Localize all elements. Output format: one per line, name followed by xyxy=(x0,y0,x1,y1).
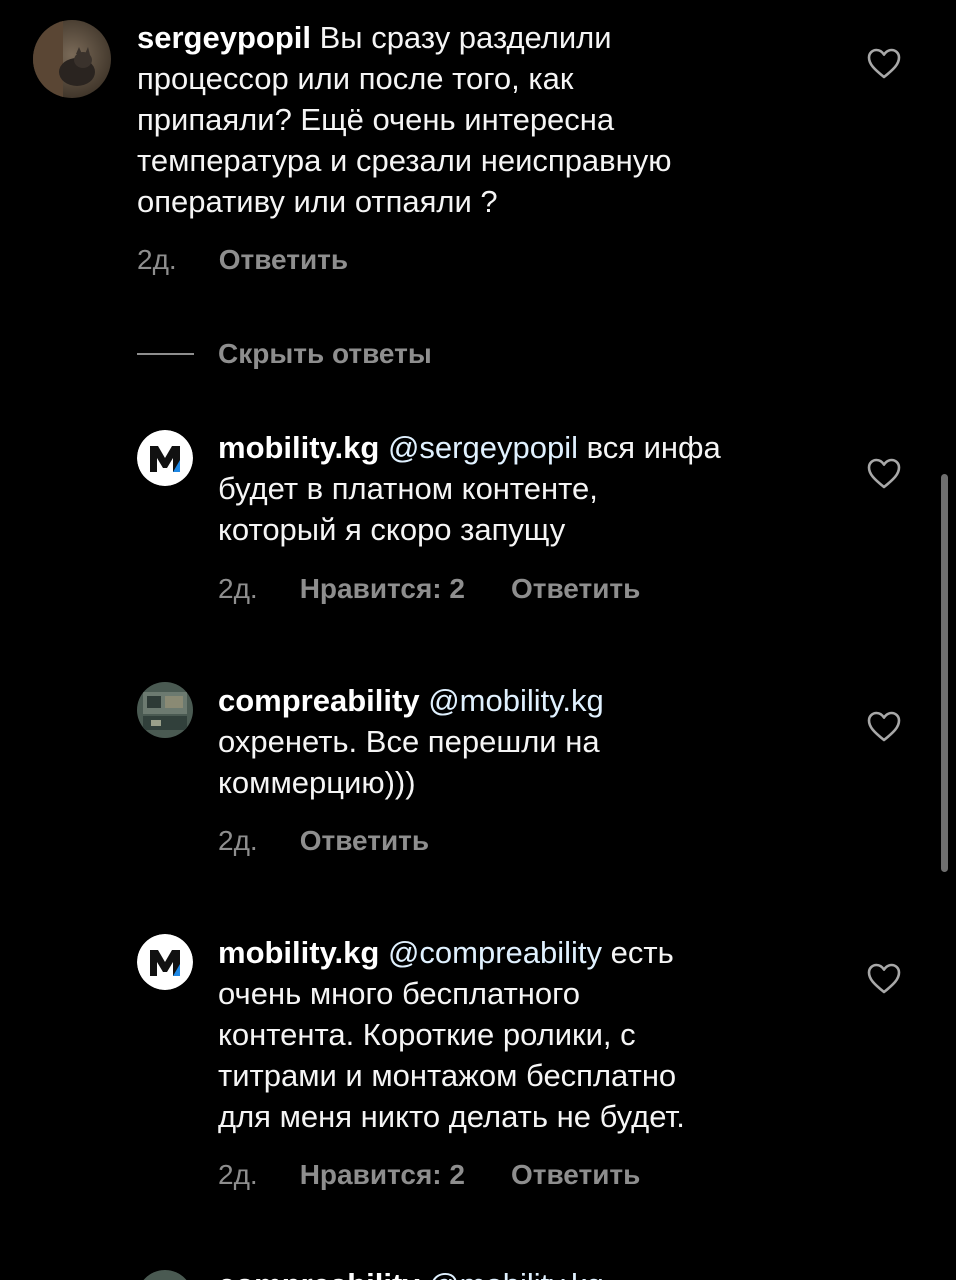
heart-outline-icon xyxy=(867,48,901,79)
comment-meta: 2д. Ответить xyxy=(218,824,429,858)
comment-mention[interactable]: @compreability xyxy=(388,935,602,970)
comment-username[interactable]: mobility.kg xyxy=(218,935,379,970)
avatar[interactable] xyxy=(33,20,111,98)
hide-replies-label: Скрыть ответы xyxy=(218,338,432,369)
likes-count-button[interactable]: Нравится: 2 xyxy=(300,1158,465,1192)
mobility-logo-avatar-icon xyxy=(137,430,193,486)
comment-meta: 2д. Ответить xyxy=(137,243,348,277)
divider xyxy=(137,353,194,355)
avatar[interactable] xyxy=(137,934,193,990)
reply-button[interactable]: Ответить xyxy=(511,572,640,606)
comment-username[interactable]: compreability xyxy=(218,1267,420,1280)
like-button[interactable] xyxy=(866,456,902,492)
heart-outline-icon xyxy=(867,963,901,994)
scrollbar[interactable] xyxy=(941,474,948,872)
workshop-photo-avatar-icon xyxy=(137,682,193,738)
heart-outline-icon xyxy=(867,711,901,742)
workshop-photo-avatar-icon xyxy=(137,1270,193,1280)
comment-text: mobility.kg @compreability есть очень мн… xyxy=(218,932,858,1137)
reply-button[interactable]: Ответить xyxy=(219,243,348,277)
comment-body: охренеть. Все перешли на коммерцию))) xyxy=(218,724,600,800)
heart-outline-icon xyxy=(867,458,901,489)
comment-text: mobility.kg @sergeypopil вся инфа будет … xyxy=(218,427,858,550)
comment-username[interactable]: compreability xyxy=(218,683,420,718)
avatar[interactable] xyxy=(137,430,193,486)
comment-text: sergeypopil Вы сразу разделили процессор… xyxy=(137,17,877,222)
comment-time: 2д. xyxy=(137,244,177,275)
comment-time: 2д. xyxy=(218,825,258,856)
comment-mention[interactable]: @mobility.kg xyxy=(428,1267,604,1280)
partial-comment: compreability @mobility.kg xyxy=(0,1262,956,1280)
mobility-logo-avatar-icon xyxy=(137,934,193,990)
avatar[interactable] xyxy=(137,1270,193,1280)
comment-text: compreability @mobility.kg xyxy=(218,1264,604,1280)
reply-button[interactable]: Ответить xyxy=(300,824,429,858)
avatar[interactable] xyxy=(137,682,193,738)
comment-meta: 2д. Нравится: 2 Ответить xyxy=(218,1158,640,1192)
comment-username[interactable]: sergeypopil xyxy=(137,20,311,55)
comment-mention[interactable]: @sergeypopil xyxy=(388,430,578,465)
comment-meta: 2д. Нравится: 2 Ответить xyxy=(218,572,640,606)
comment-mention[interactable]: @mobility.kg xyxy=(428,683,604,718)
like-button[interactable] xyxy=(866,709,902,745)
reply-button[interactable]: Ответить xyxy=(511,1158,640,1192)
cat-photo-avatar-icon xyxy=(33,20,111,98)
like-button[interactable] xyxy=(866,46,902,82)
likes-count-button[interactable]: Нравится: 2 xyxy=(300,572,465,606)
comment-time: 2д. xyxy=(218,1159,258,1190)
comment-username[interactable]: mobility.kg xyxy=(218,430,379,465)
comment-time: 2д. xyxy=(218,573,258,604)
comment-text: compreability @mobility.kg охренеть. Все… xyxy=(218,680,858,803)
like-button[interactable] xyxy=(866,961,902,997)
